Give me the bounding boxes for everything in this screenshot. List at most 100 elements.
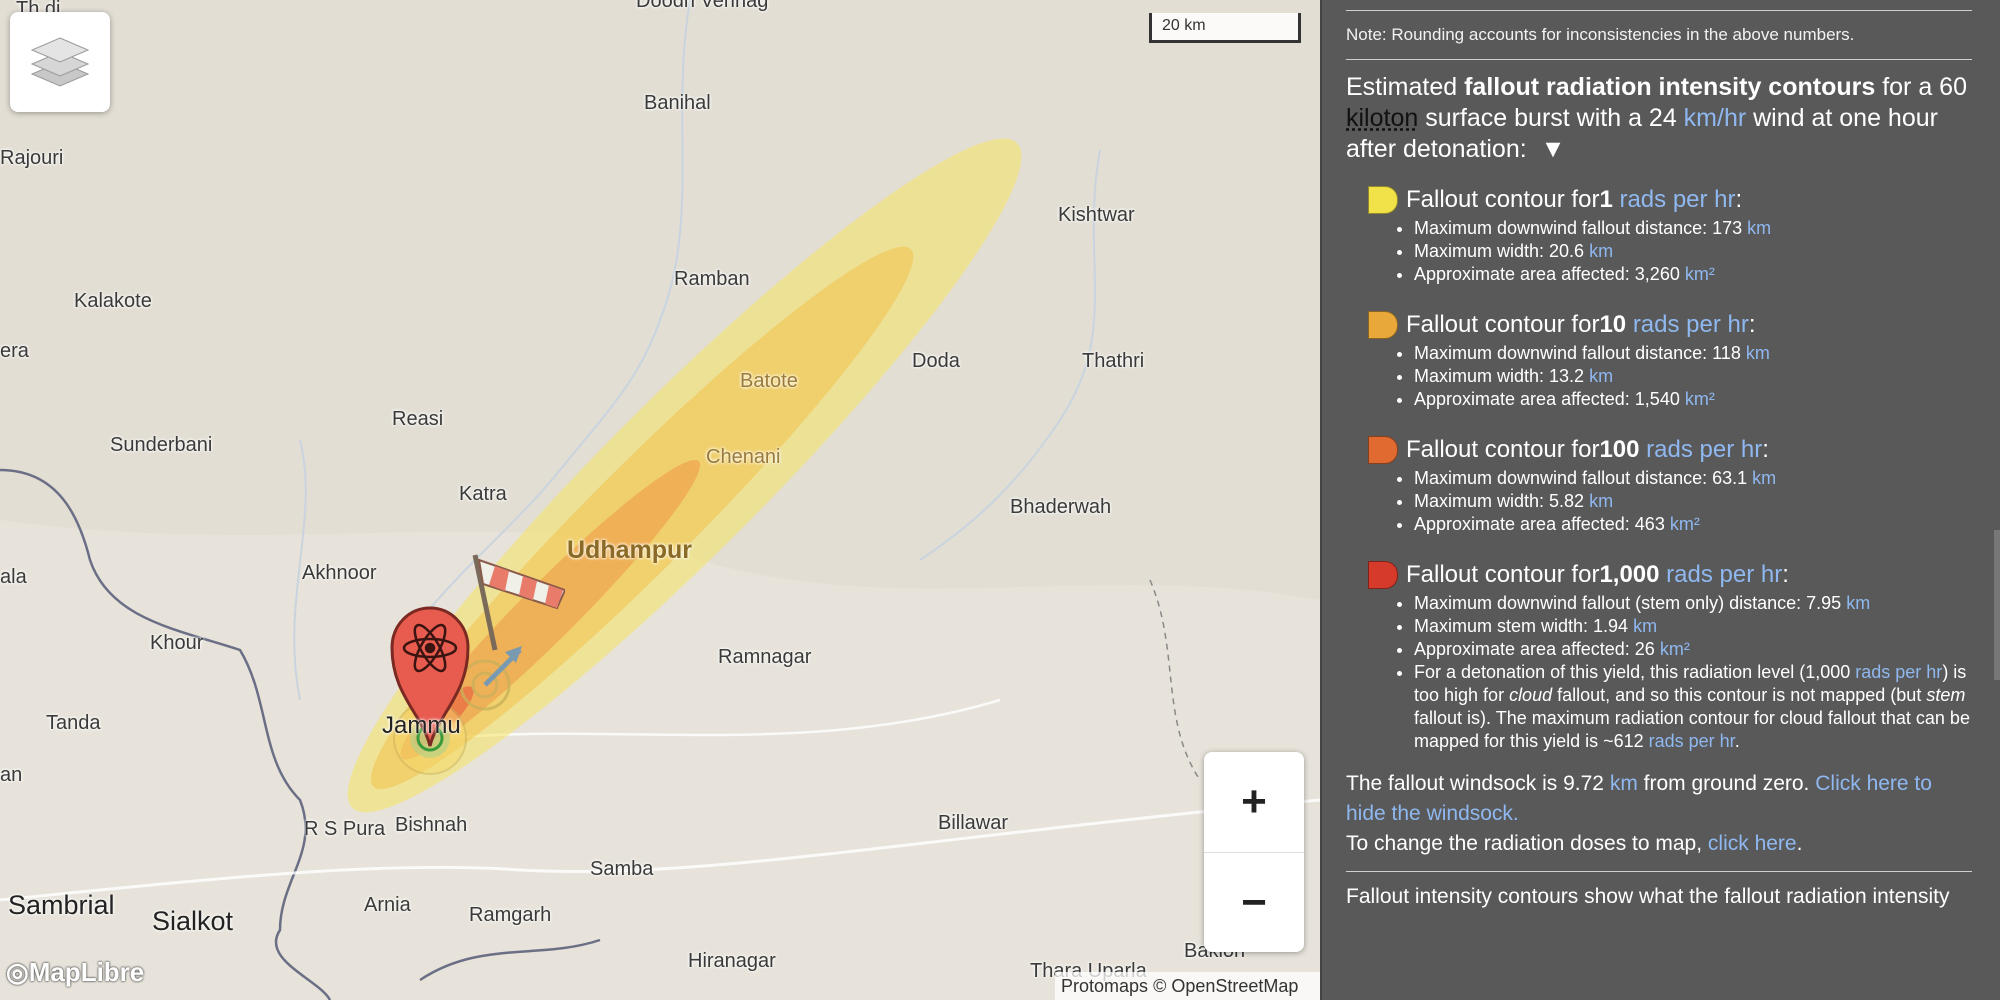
intro-text: for a 60 [1875, 73, 1967, 101]
maplibre-icon: ◎ [6, 957, 29, 987]
detail-text: fallout, and so this contour is not mapp… [1552, 685, 1927, 705]
rads-unit-link[interactable]: rads per hr [1619, 185, 1735, 215]
contour-value: 10 [1599, 311, 1627, 338]
protomaps-link[interactable]: Protomaps [1061, 976, 1148, 996]
collapse-toggle-icon[interactable]: ▼ [1541, 135, 1566, 163]
contour-detail-item: For a detonation of this yield, this rad… [1414, 661, 1972, 753]
contour-detail-item: Approximate area affected: 463 km² [1414, 513, 1972, 536]
contour-detail-item: Maximum stem width: 1.94 km [1414, 615, 1972, 638]
map-attribution: Protomaps © OpenStreetMap [1055, 972, 1320, 1000]
detail-text: Maximum downwind fallout distance: 63.1 [1414, 468, 1753, 488]
contour-detail-item: Maximum downwind fallout distance: 63.1 … [1414, 467, 1972, 490]
maplibre-logo[interactable]: ◎MapLibre [6, 957, 144, 988]
contour-prefix: Fallout contour for [1406, 186, 1600, 213]
contour-color-swatch-icon [1368, 186, 1398, 214]
layers-button[interactable] [10, 12, 110, 112]
maplibre-text: MapLibre [28, 957, 145, 987]
unit-link[interactable]: km [1752, 468, 1776, 488]
place-label: Hiranagar [688, 950, 776, 972]
place-label: Ramgarh [469, 904, 552, 926]
km-unit-link[interactable]: km [1610, 772, 1638, 795]
unit-link[interactable]: km [1589, 366, 1613, 386]
place-label: Sunderbani [110, 434, 213, 456]
unit-link[interactable]: km² [1685, 389, 1715, 409]
contour-heading: Fallout contour for 10 rads per hr: [1368, 310, 1972, 340]
detail-text: For a detonation of this yield, this rad… [1414, 662, 1856, 682]
intro-text: Estimated [1346, 73, 1465, 101]
unit-link[interactable]: km² [1670, 514, 1700, 534]
unit-link[interactable]: km [1746, 343, 1770, 363]
unit-link[interactable]: km [1633, 616, 1657, 636]
contour-heading: Fallout contour for 100 rads per hr: [1368, 435, 1972, 465]
place-label: Tanda [46, 712, 101, 734]
unit-link[interactable]: km [1589, 241, 1613, 261]
windsock-icon[interactable] [465, 550, 565, 660]
contour-detail-item: Maximum downwind fallout distance: 118 k… [1414, 342, 1972, 365]
windsock-info: The fallout windsock is 9.72 km from gro… [1346, 769, 1972, 829]
contour-color-swatch-icon [1368, 311, 1398, 339]
contour-detail-item: Maximum downwind fallout distance: 173 k… [1414, 217, 1972, 240]
results-panel[interactable]: Note: Rounding accounts for inconsistenc… [1320, 0, 2000, 1000]
place-label: Sambrial [8, 890, 115, 920]
zoom-control: + − [1204, 752, 1304, 952]
osm-link[interactable]: © OpenStreetMap [1153, 976, 1298, 996]
contour-details: Maximum downwind fallout distance: 118 k… [1368, 342, 1972, 411]
zoom-in-button[interactable]: + [1204, 752, 1304, 852]
detail-text: Approximate area affected: 26 [1414, 639, 1660, 659]
fallout-contour-section: Fallout contour for 10 rads per hr:Maxim… [1368, 310, 1972, 411]
detail-text: Maximum downwind fallout distance: 173 [1414, 218, 1748, 238]
intro-text: surface burst with a 24 [1418, 104, 1684, 132]
contour-heading: Fallout contour for 1,000 rads per hr: [1368, 560, 1972, 590]
detail-text: Maximum width: 5.82 [1414, 491, 1590, 511]
place-label: Sialkot [152, 906, 234, 936]
contour-value: 1 [1599, 186, 1613, 213]
unit-link[interactable]: km² [1660, 639, 1690, 659]
contour-detail-item: Approximate area affected: 26 km² [1414, 638, 1972, 661]
unit-link[interactable]: km [1747, 218, 1771, 238]
place-label: Akhnoor [302, 562, 377, 584]
change-doses-link[interactable]: click here [1708, 832, 1797, 855]
scrollbar[interactable] [1994, 530, 2000, 680]
place-label: Arnia [364, 894, 411, 916]
contour-detail-item: Maximum width: 20.6 km [1414, 240, 1972, 263]
unit-link[interactable]: km² [1685, 264, 1715, 284]
detail-text: Maximum stem width: 1.94 [1414, 616, 1634, 636]
rads-unit-link[interactable]: rads per hr [1649, 731, 1735, 751]
fallout-contour-section: Fallout contour for 1 rads per hr:Maximu… [1368, 185, 1972, 286]
detail-emphasis: cloud [1509, 685, 1553, 705]
place-label: Billawar [938, 812, 1009, 834]
rads-unit-link[interactable]: rads per hr [1855, 662, 1942, 682]
intro-bold: fallout radiation intensity contours [1464, 73, 1876, 101]
place-label: Kishtwar [1058, 204, 1135, 226]
place-label: Ramnagar [718, 646, 812, 668]
contour-detail-item: Approximate area affected: 1,540 km² [1414, 388, 1972, 411]
divider [1346, 871, 1972, 872]
fallout-contour-section: Fallout contour for 1,000 rads per hr: Ma… [1368, 560, 1972, 753]
change-text: . [1796, 832, 1803, 855]
unit-link[interactable]: km [1846, 593, 1870, 613]
place-label: Banihal [644, 92, 711, 114]
place-label: era [0, 340, 29, 362]
contour-detail-item: Maximum width: 5.82 km [1414, 490, 1972, 513]
scale-bar: 20 km [1149, 13, 1301, 43]
kmhr-unit-link[interactable]: km/hr [1684, 104, 1747, 132]
place-label: Udhampur [567, 536, 692, 564]
rads-unit-link[interactable]: rads per hr [1646, 435, 1762, 465]
detail-text: Maximum width: 13.2 [1414, 366, 1590, 386]
rounding-note: Note: Rounding accounts for inconsistenc… [1346, 25, 1855, 44]
rads-unit-link[interactable]: rads per hr [1633, 310, 1749, 340]
place-label: Khour [150, 632, 204, 654]
contour-detail-item: Maximum downwind fallout (stem only) dis… [1414, 592, 1972, 615]
place-label: R S Pura [304, 818, 386, 840]
detail-text: Maximum width: 20.6 [1414, 241, 1590, 261]
map-base [0, 0, 1320, 1000]
map-view[interactable]: Doodh Verinag Th di Banihal Rajouri Kish… [0, 0, 1320, 1000]
unit-link[interactable]: km [1589, 491, 1613, 511]
place-label: Samba [590, 858, 654, 880]
kiloton-term[interactable]: kiloton [1346, 104, 1418, 132]
contour-prefix: Fallout contour for [1406, 561, 1600, 588]
change-doses-info: To change the radiation doses to map, cl… [1346, 829, 1972, 859]
rads-unit-link[interactable]: rads per hr [1666, 560, 1782, 590]
place-label: Thathri [1082, 350, 1145, 372]
zoom-out-button[interactable]: − [1204, 852, 1304, 952]
